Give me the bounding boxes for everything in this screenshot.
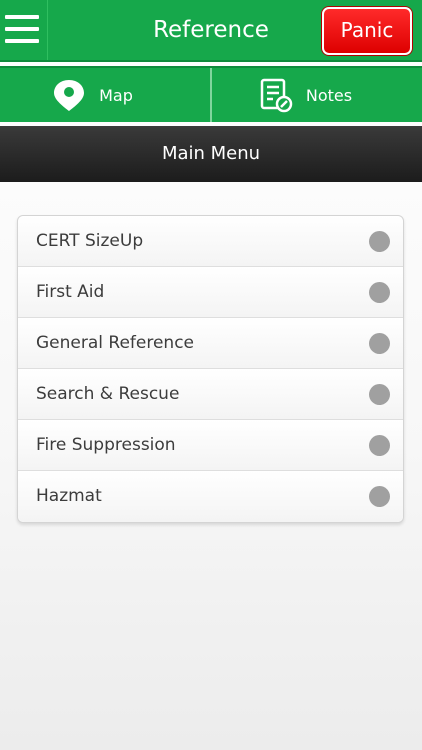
panic-button[interactable]: Panic xyxy=(322,7,412,55)
indicator-dot-icon xyxy=(369,384,390,405)
hamburger-menu-icon xyxy=(5,15,39,19)
map-pin-icon xyxy=(51,77,87,113)
menu-item-label: General Reference xyxy=(36,333,195,353)
indicator-dot-icon xyxy=(369,282,390,303)
tab-notes[interactable]: Notes xyxy=(210,68,422,122)
tab-map[interactable]: Map xyxy=(0,68,210,122)
menu-item-hazmat[interactable]: Hazmat xyxy=(18,471,403,522)
menu-item-fire-suppression[interactable]: Fire Suppression xyxy=(18,420,403,471)
menu-item-label: Search & Rescue xyxy=(36,384,180,404)
main-menu-list: CERT SizeUp First Aid General Reference … xyxy=(17,215,404,523)
hamburger-menu-button[interactable] xyxy=(0,0,48,60)
hamburger-menu-icon xyxy=(5,27,39,31)
menu-item-label: First Aid xyxy=(36,282,105,302)
notes-icon xyxy=(258,77,294,113)
menu-item-cert-sizeup[interactable]: CERT SizeUp xyxy=(18,216,403,267)
indicator-dot-icon xyxy=(369,231,390,252)
indicator-dot-icon xyxy=(369,486,390,507)
menu-item-first-aid[interactable]: First Aid xyxy=(18,267,403,318)
menu-item-search-rescue[interactable]: Search & Rescue xyxy=(18,369,403,420)
indicator-dot-icon xyxy=(369,333,390,354)
menu-item-label: Hazmat xyxy=(36,486,102,506)
page-title: Reference xyxy=(153,17,269,43)
menu-item-label: CERT SizeUp xyxy=(36,231,144,251)
section-header: Main Menu xyxy=(0,126,422,182)
hamburger-menu-icon xyxy=(5,39,39,43)
tab-bar: Map Notes xyxy=(0,66,422,122)
menu-item-label: Fire Suppression xyxy=(36,435,176,455)
tab-notes-label: Notes xyxy=(305,85,353,105)
top-app-bar: Reference Panic xyxy=(0,0,422,62)
tab-map-label: Map xyxy=(99,85,133,105)
indicator-dot-icon xyxy=(369,435,390,456)
menu-item-general-reference[interactable]: General Reference xyxy=(18,318,403,369)
